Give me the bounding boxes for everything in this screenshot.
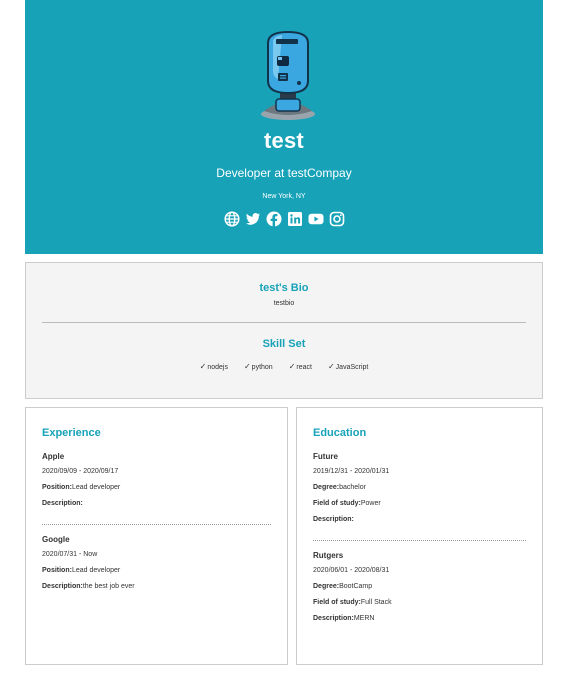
entry-divider: [42, 524, 271, 525]
school-name: Future: [313, 452, 338, 461]
social-links: [25, 211, 543, 227]
twitter-icon[interactable]: [245, 211, 261, 227]
date-range: 2020/06/01 - 2020/08/31: [313, 567, 390, 574]
profile-location: New York, NY: [262, 193, 306, 200]
globe-icon[interactable]: [223, 211, 240, 227]
entry-divider: [313, 540, 526, 541]
date-range: 2019/12/31 - 2020/01/31: [313, 468, 390, 475]
skill-item: ✓ python: [244, 363, 273, 371]
description-line: Description:MERN: [313, 615, 375, 622]
profile-header: test Developer at testCompay New York, N…: [25, 0, 543, 254]
check-icon: ✓: [327, 362, 335, 371]
bio-card: test's Bio testbio Skill Set ✓ nodejs ✓ py…: [25, 262, 543, 399]
skill-label: nodejs: [207, 363, 228, 371]
skill-item: ✓ react: [289, 363, 312, 371]
instagram-icon[interactable]: [329, 211, 345, 227]
position-line: Position:Lead developer: [42, 484, 121, 491]
date-range: 2020/07/31 - Now: [42, 551, 98, 558]
school-name: Rutgers: [313, 551, 344, 560]
degree-line: Degree:BootCamp: [313, 583, 373, 590]
skill-label: JavaScript: [335, 363, 369, 371]
experience-entry: Apple 2020/09/09 - 2020/09/17 Position:L…: [42, 452, 271, 516]
check-icon: ✓: [288, 362, 296, 371]
facebook-icon[interactable]: [266, 211, 282, 227]
skill-item: ✓ nodejs: [200, 363, 228, 371]
description-line: Description:: [313, 516, 354, 523]
degree-line: Degree:bachelor: [313, 484, 366, 491]
education-entry: Future 2019/12/31 - 2020/01/31 Degree:ba…: [313, 452, 526, 532]
date-range: 2020/09/09 - 2020/09/17: [42, 468, 119, 475]
company-name: Apple: [42, 452, 65, 461]
education-card: Education Future 2019/12/31 - 2020/01/31…: [296, 407, 543, 665]
bio-text: testbio: [273, 300, 295, 307]
skill-item: ✓ JavaScript: [328, 363, 368, 371]
education-entry: Rutgers 2020/06/01 - 2020/08/31 Degree:B…: [313, 551, 526, 631]
skill-label: python: [251, 363, 273, 371]
profile-name: test: [264, 128, 304, 153]
check-icon: ✓: [243, 362, 251, 371]
skill-list: ✓ nodejs ✓ python ✓ react ✓ JavaScript: [26, 363, 542, 371]
description-line: Description:the best job ever: [42, 583, 135, 590]
experience-title: Experience: [42, 427, 101, 439]
check-icon: ✓: [199, 362, 207, 371]
position-line: Position:Lead developer: [42, 567, 121, 574]
education-title: Education: [313, 427, 367, 439]
skill-set-title: Skill Set: [262, 338, 306, 350]
bio-divider: [42, 322, 526, 323]
field-line: Field of study:Power: [313, 500, 381, 507]
experience-entry: Google 2020/07/31 - Now Position:Lead de…: [42, 535, 271, 599]
robot-avatar: [261, 30, 315, 120]
field-line: Field of study:Full Stack: [313, 599, 392, 606]
description-line: Description:: [42, 500, 83, 507]
bio-title: test's Bio: [259, 282, 309, 294]
experience-card: Experience Apple 2020/09/09 - 2020/09/17…: [25, 407, 288, 665]
linkedin-icon[interactable]: [287, 211, 303, 227]
profile-headline: Developer at testCompay: [216, 166, 352, 180]
company-name: Google: [42, 535, 70, 544]
skill-label: react: [296, 363, 312, 371]
youtube-icon[interactable]: [308, 211, 324, 227]
